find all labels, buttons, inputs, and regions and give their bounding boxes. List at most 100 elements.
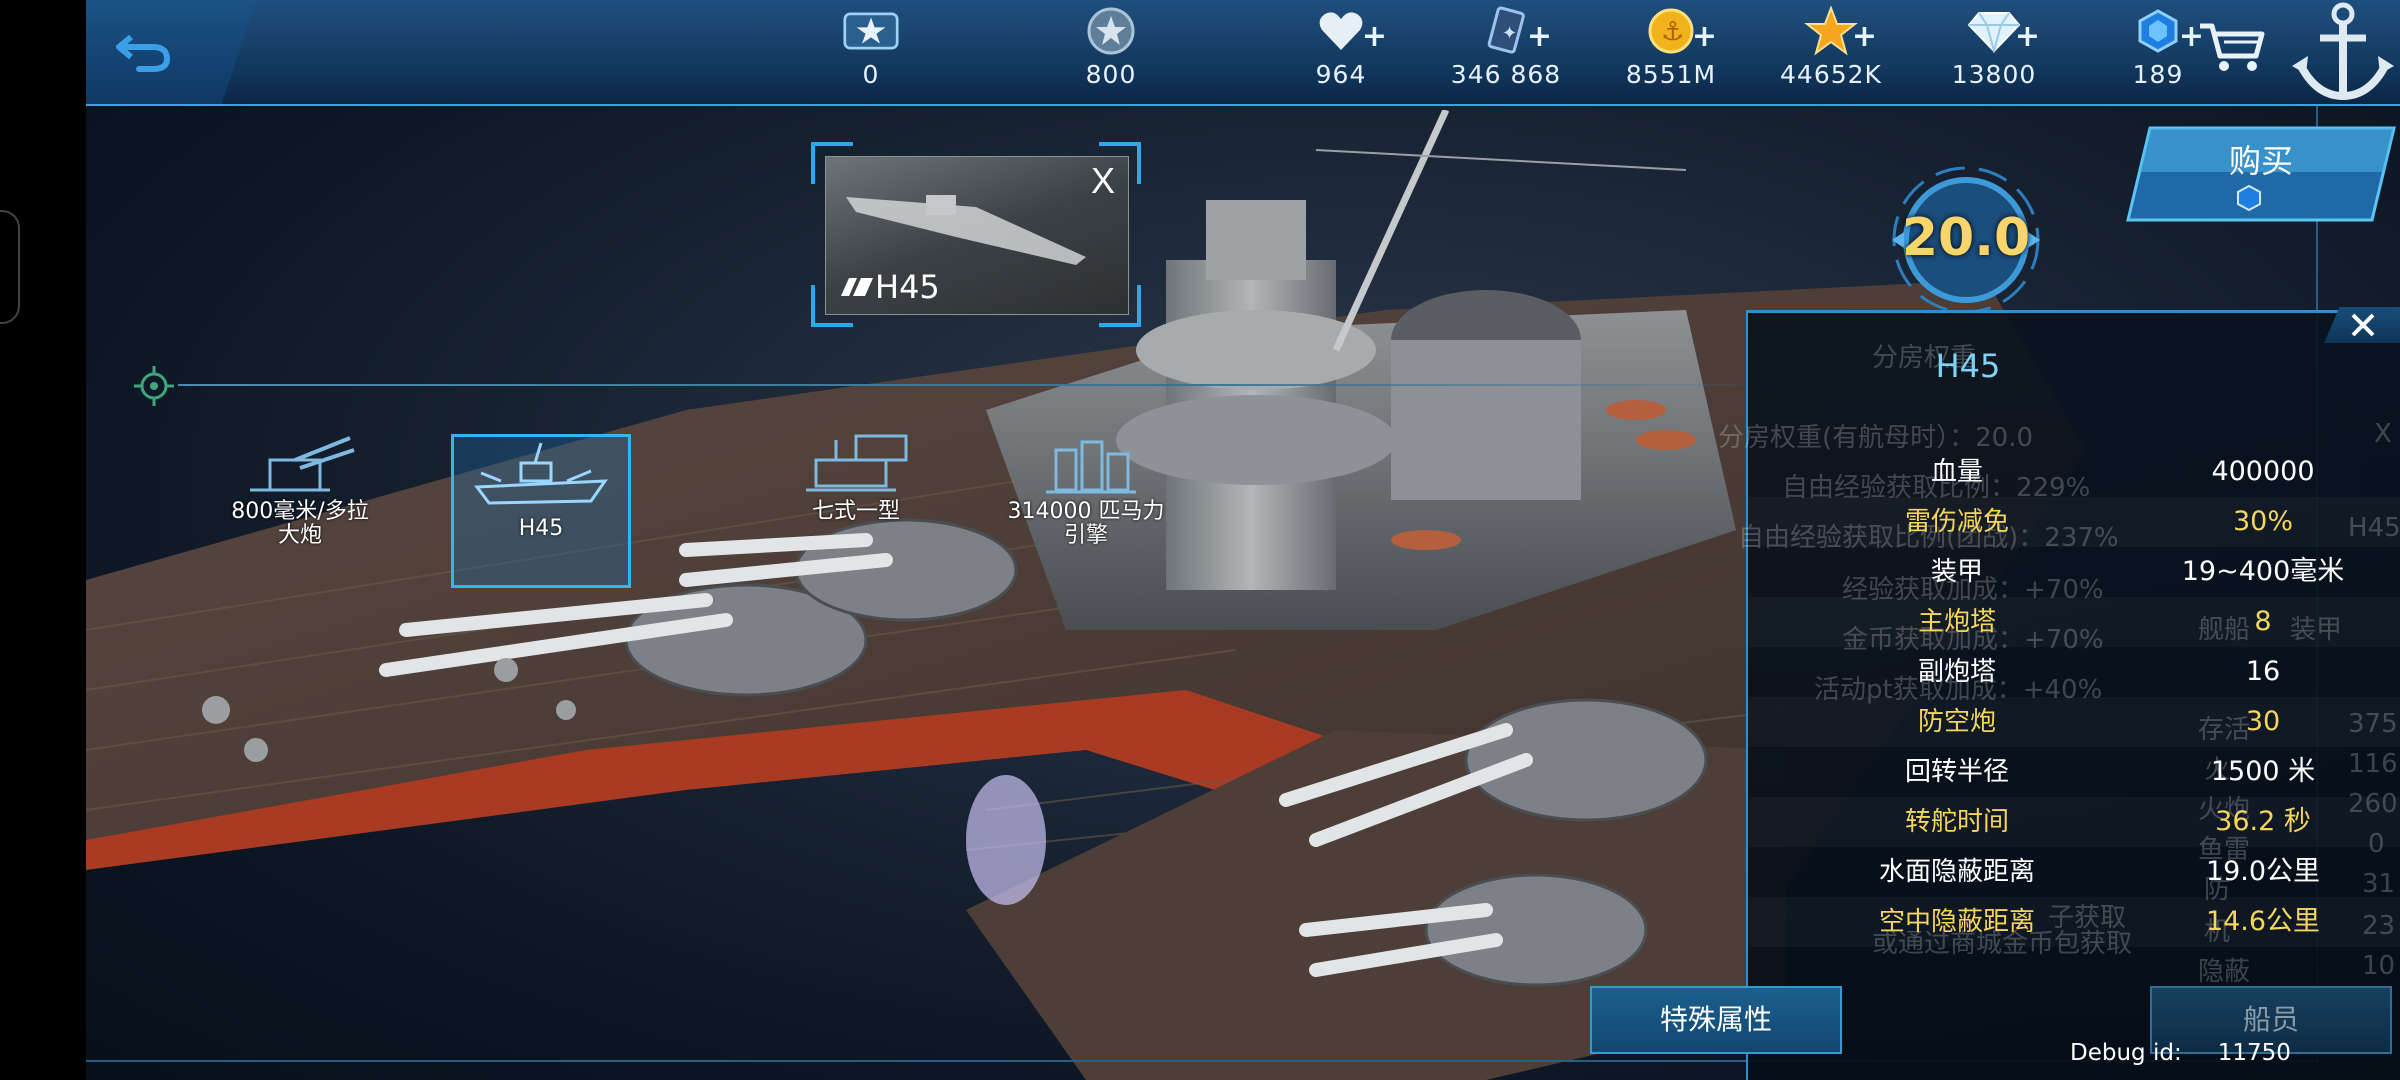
card-corner xyxy=(811,142,853,184)
shop-cart-button[interactable] xyxy=(2196,16,2268,76)
medal-value: 800 xyxy=(1085,60,1137,89)
debug-id: Debug id: 11750 xyxy=(2070,1040,2291,1066)
diamond-icon: + xyxy=(1966,6,2040,56)
stat-row-torpedo-reduction: 雷伤减免 30% xyxy=(1748,497,2400,547)
stat-value: 400000 xyxy=(2211,456,2315,487)
stat-row-main-turrets: 主炮塔 8 xyxy=(1748,597,2400,647)
buy-button-label: 购买 xyxy=(2228,142,2293,180)
module-radar-label: 七式一型 xyxy=(811,499,900,524)
score-value: 20.0 xyxy=(1901,208,2031,268)
card-value: 346 868 xyxy=(1450,60,1562,89)
anchor-icon xyxy=(2292,2,2394,101)
radar-icon xyxy=(806,434,908,492)
rank-star-icon xyxy=(843,6,899,56)
cannon-icon xyxy=(250,436,355,492)
ghost-text: 10 xyxy=(2362,951,2396,981)
special-attributes-button[interactable]: 特殊属性 xyxy=(1590,986,1842,1054)
blue-crystal-icon: + xyxy=(2130,6,2204,56)
stat-value: 19~400毫米 xyxy=(2181,556,2345,587)
card-plus-icon[interactable]: + xyxy=(1527,19,1552,54)
medal-icon xyxy=(1083,6,1139,56)
battleship-icon xyxy=(474,442,608,505)
engine-icon xyxy=(1046,440,1136,494)
stat-row-hp: 血量 400000 xyxy=(1748,447,2400,497)
module-label-line: 800毫米/多拉 大炮 xyxy=(231,499,369,548)
module-hull-selected[interactable]: H45 xyxy=(451,434,631,588)
stat-value: 16 xyxy=(2245,656,2281,687)
panel-ship-title: H45 xyxy=(1935,347,2001,385)
diamond-value: 13800 xyxy=(1951,60,2037,89)
rank-value: 0 xyxy=(862,60,880,89)
diamond-resource[interactable]: + 13800 xyxy=(1919,6,2069,96)
card-close-button[interactable]: X xyxy=(1091,160,1115,202)
panel-close-button[interactable] xyxy=(2324,307,2400,343)
stat-row-armor: 装甲 19~400毫米 xyxy=(1748,547,2400,597)
stat-value: 8 xyxy=(2254,606,2272,637)
module-radar[interactable]: 七式一型 xyxy=(756,430,956,524)
svg-text:✦: ✦ xyxy=(1502,23,1517,44)
ghost-text: X xyxy=(2374,419,2392,449)
ship-card-name: H45 xyxy=(875,268,940,306)
shopping-cart-icon xyxy=(2200,23,2265,71)
stat-label: 水面隐蔽距离 xyxy=(1878,857,2035,887)
heart-plus-icon[interactable]: + xyxy=(1362,19,1387,54)
close-icon xyxy=(2351,313,2375,337)
back-button[interactable] xyxy=(108,20,178,80)
gold-value: 8551M xyxy=(1625,60,1717,89)
card-resource[interactable]: ✦ + 346 868 xyxy=(1431,6,1581,96)
selected-ship-card[interactable]: X H45 xyxy=(811,142,1141,327)
stat-label: 雷伤减免 xyxy=(1904,507,2009,537)
gold-resource[interactable]: ⚓ + 8551M xyxy=(1596,6,1746,96)
side-handle[interactable] xyxy=(0,210,20,324)
crosshair-icon[interactable] xyxy=(134,366,174,406)
module-main-gun-label: 800毫米/多拉 大炮 xyxy=(200,500,400,548)
stat-row-secondary-turrets: 副炮塔 16 xyxy=(1748,647,2400,697)
stat-row-turn-radius: 回转半径 1500 米 xyxy=(1748,747,2400,797)
svg-text:⚓: ⚓ xyxy=(1661,17,1684,47)
gold-coin-icon: ⚓ + xyxy=(1643,6,1717,56)
module-engine-label: 314000 匹马力 引擎 xyxy=(986,500,1186,548)
stat-value: 19.0公里 xyxy=(2205,856,2321,887)
game-screen: 0 800 + 964 ✦ + 346 868 ⚓ + 8551M + 4465… xyxy=(86,0,2400,1080)
top-resource-bar: 0 800 + 964 ✦ + 346 868 ⚓ + 8551M + 4465… xyxy=(86,0,2400,106)
star-icon: + xyxy=(1803,6,1877,56)
stat-label: 空中隐蔽距离 xyxy=(1878,907,2035,937)
debug-label: Debug id: xyxy=(2070,1040,2182,1066)
ship-class-icon xyxy=(841,278,873,296)
ship-thumbnail xyxy=(846,195,1086,265)
diamond-plus-icon[interactable]: + xyxy=(2015,19,2040,54)
module-engine[interactable]: 314000 匹马力 引擎 xyxy=(986,430,1186,548)
stat-label: 副炮塔 xyxy=(1917,657,1996,687)
stat-value: 1500 米 xyxy=(2210,756,2316,787)
rank-resource: 0 xyxy=(796,6,946,96)
medal-resource: 800 xyxy=(1036,6,1186,96)
stat-label: 主炮塔 xyxy=(1917,607,1996,637)
stat-label: 防空炮 xyxy=(1917,707,1996,737)
stat-value: 36.2 秒 xyxy=(2215,806,2311,837)
port-anchor-button[interactable] xyxy=(2286,0,2400,104)
stat-label: 转舵时间 xyxy=(1904,807,2009,837)
gold-plus-icon[interactable]: + xyxy=(1692,19,1717,54)
stat-value: 14.6公里 xyxy=(2205,906,2321,937)
back-arrow-icon xyxy=(116,34,171,72)
star-plus-icon[interactable]: + xyxy=(1852,19,1877,54)
module-hull-label: H45 xyxy=(518,516,564,541)
stat-row-air-concealment: 空中隐蔽距离 14.6公里 xyxy=(1748,897,2400,947)
stat-label: 回转半径 xyxy=(1904,757,2009,787)
module-main-gun[interactable]: 800毫米/多拉 大炮 xyxy=(200,430,400,548)
module-label-line: 314000 匹马力 引擎 xyxy=(1007,499,1165,548)
heart-resource[interactable]: + 964 xyxy=(1266,6,1416,96)
card-icon: ✦ + xyxy=(1478,6,1552,56)
ship-stats-panel: 分房权重 分房权重(有航母时）：20.0 自由经验获取比例：229% 自由经验获… xyxy=(1718,307,2400,1080)
stat-value: 30% xyxy=(2232,506,2293,537)
stat-label: 血量 xyxy=(1930,457,1983,487)
debug-value: 11750 xyxy=(2217,1040,2291,1066)
heart-icon: + xyxy=(1313,6,1387,56)
stat-row-rudder-time: 转舵时间 36.2 秒 xyxy=(1748,797,2400,847)
buy-button[interactable]: 购买 xyxy=(2126,126,2396,226)
stat-row-surface-concealment: 水面隐蔽距离 19.0公里 xyxy=(1748,847,2400,897)
star-resource[interactable]: + 44652K xyxy=(1756,6,1906,96)
stat-label: 装甲 xyxy=(1930,557,1983,587)
stat-row-aa-guns: 防空炮 30 xyxy=(1748,697,2400,747)
stat-value: 30 xyxy=(2245,706,2281,737)
